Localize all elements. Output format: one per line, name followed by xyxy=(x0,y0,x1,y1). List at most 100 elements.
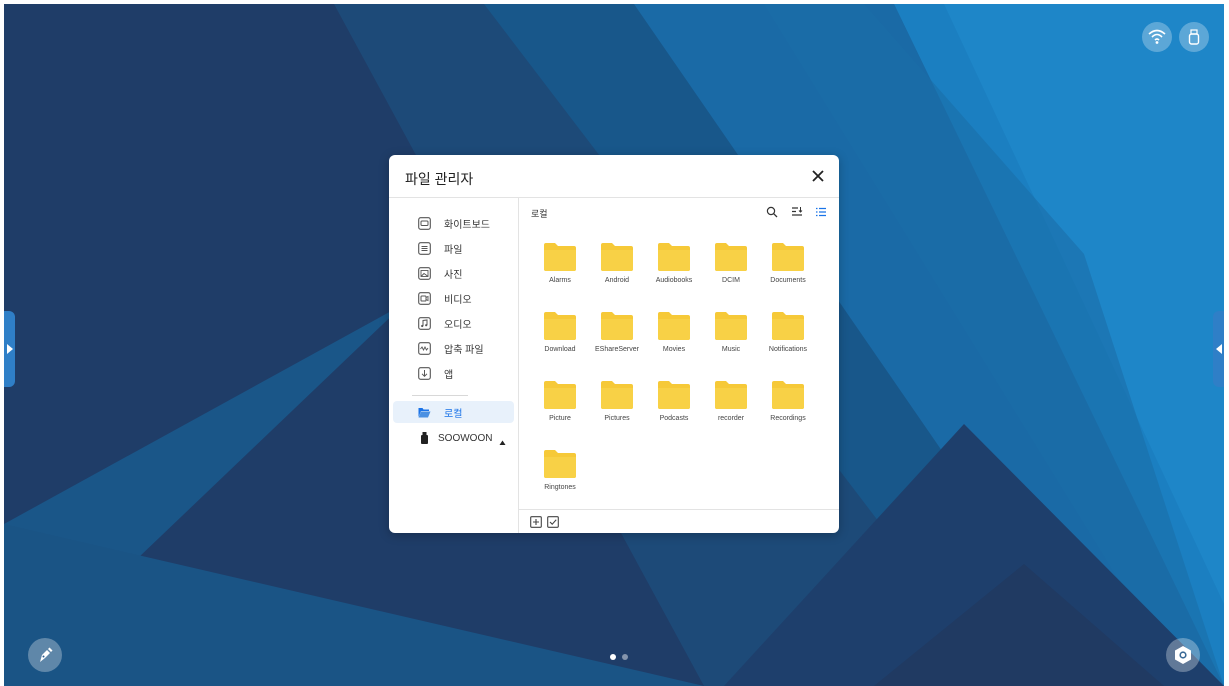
sidebar-item-usb[interactable]: SOOWOON xyxy=(389,427,518,449)
folder-item[interactable]: DCIM xyxy=(703,243,759,303)
usb-drive-icon xyxy=(417,431,431,445)
eject-icon[interactable] xyxy=(499,433,506,451)
folder-name: Music xyxy=(721,346,741,353)
folder-item[interactable]: Music xyxy=(703,312,759,372)
sidebar-item-label: 화이트보드 xyxy=(444,219,490,231)
folder-name: Notifications xyxy=(768,346,808,353)
folder-item[interactable]: Android xyxy=(589,243,645,303)
folder-name: DCIM xyxy=(722,277,740,284)
folder-name: Android xyxy=(604,277,630,284)
video-icon xyxy=(417,291,431,305)
folder-item[interactable]: Documents xyxy=(760,243,816,303)
sidebar-item-files[interactable]: 파일 xyxy=(389,237,518,259)
folder-icon xyxy=(772,243,804,271)
sidebar-item-apps[interactable]: 앱 xyxy=(389,362,518,384)
list-view-button[interactable] xyxy=(813,204,829,220)
document-icon xyxy=(417,241,431,255)
file-list-area: 로컬 Alarms Android Audiobooks DCIM Documents D… xyxy=(519,198,839,508)
folder-name: Documents xyxy=(770,277,806,284)
sidebar-item-local[interactable]: 로컬 xyxy=(393,401,514,423)
folder-icon xyxy=(601,381,633,409)
search-button[interactable] xyxy=(764,204,780,220)
close-button[interactable] xyxy=(807,165,829,187)
pen-tool-icon xyxy=(40,647,53,662)
breadcrumb: 로컬 xyxy=(531,209,548,219)
usb-status-button[interactable] xyxy=(1179,22,1209,52)
folder-icon xyxy=(658,243,690,271)
folder-name: Download xyxy=(544,346,576,353)
select-button[interactable] xyxy=(546,515,560,529)
folder-name: Alarms xyxy=(549,277,571,284)
file-manager-window: 파일 관리자 화이트보드 파일 사진 비디오 오디오 압축 파일 앱 로컬 SO… xyxy=(389,155,839,533)
folder-name: Picture xyxy=(549,415,571,422)
folder-item[interactable]: Ringtones xyxy=(532,450,588,510)
sidebar-item-photos[interactable]: 사진 xyxy=(389,262,518,284)
sidebar-item-label: 압축 파일 xyxy=(444,344,484,356)
wifi-status-button[interactable] xyxy=(1142,22,1172,52)
window-footer xyxy=(519,509,839,533)
folder-icon xyxy=(544,450,576,478)
search-icon xyxy=(766,206,778,218)
sidebar-item-video[interactable]: 비디오 xyxy=(389,287,518,309)
pen-tool-button[interactable] xyxy=(28,638,62,672)
usb-icon xyxy=(1188,29,1200,45)
folder-item[interactable]: Audiobooks xyxy=(646,243,702,303)
folder-item[interactable]: Movies xyxy=(646,312,702,372)
folder-item[interactable]: EShareServer xyxy=(589,312,645,372)
settings-icon xyxy=(1175,646,1191,664)
folder-item[interactable]: Alarms xyxy=(532,243,588,303)
folder-icon xyxy=(715,381,747,409)
folder-icon xyxy=(544,381,576,409)
music-icon xyxy=(417,316,431,330)
folder-item[interactable]: Pictures xyxy=(589,381,645,441)
sort-button[interactable] xyxy=(789,204,805,220)
sidebar-item-label: 파일 xyxy=(444,244,463,256)
folder-open-icon xyxy=(417,405,431,419)
whiteboard-icon xyxy=(417,216,431,230)
folder-icon xyxy=(658,312,690,340)
sidebar-item-label: 앱 xyxy=(444,369,454,381)
folder-icon xyxy=(601,243,633,271)
sidebar-item-audio[interactable]: 오디오 xyxy=(389,312,518,334)
folder-icon xyxy=(601,312,633,340)
folder-name: Audiobooks xyxy=(655,277,693,284)
sidebar-item-whiteboard[interactable]: 화이트보드 xyxy=(389,212,518,234)
folder-name: Movies xyxy=(662,346,686,353)
folder-icon xyxy=(772,381,804,409)
wifi-icon xyxy=(1148,29,1166,44)
folder-icon xyxy=(544,312,576,340)
folder-name: Podcasts xyxy=(659,415,689,422)
chevron-left-icon xyxy=(1215,344,1222,354)
page-dot-2[interactable] xyxy=(622,654,628,660)
right-edge-handle[interactable] xyxy=(1213,311,1224,387)
archive-icon xyxy=(417,341,431,355)
window-title: 파일 관리자 xyxy=(405,171,474,187)
close-icon xyxy=(812,170,824,182)
left-edge-handle[interactable] xyxy=(4,311,15,387)
settings-button[interactable] xyxy=(1166,638,1200,672)
new-folder-button[interactable] xyxy=(529,515,543,529)
folder-item[interactable]: Notifications xyxy=(760,312,816,372)
select-checkbox-icon xyxy=(547,516,559,528)
folder-item[interactable]: Podcasts xyxy=(646,381,702,441)
folder-icon xyxy=(544,243,576,271)
sidebar: 화이트보드 파일 사진 비디오 오디오 압축 파일 앱 로컬 SOOWOON xyxy=(389,198,519,533)
folder-icon xyxy=(715,312,747,340)
page-indicator xyxy=(610,654,628,660)
folder-item[interactable]: Picture xyxy=(532,381,588,441)
folder-item[interactable]: Download xyxy=(532,312,588,372)
window-header: 파일 관리자 xyxy=(389,155,839,198)
sidebar-item-archive[interactable]: 압축 파일 xyxy=(389,337,518,359)
folder-name: EShareServer xyxy=(595,346,639,353)
folder-item[interactable]: recorder xyxy=(703,381,759,441)
desktop: 파일 관리자 화이트보드 파일 사진 비디오 오디오 압축 파일 앱 로컬 SO… xyxy=(4,4,1224,686)
image-icon xyxy=(417,266,431,280)
download-icon xyxy=(417,366,431,380)
sidebar-item-label: 로컬 xyxy=(444,408,463,420)
new-folder-icon xyxy=(530,516,542,528)
folder-item[interactable]: Recordings xyxy=(760,381,816,441)
page-dot-1[interactable] xyxy=(610,654,616,660)
folder-name: Recordings xyxy=(770,415,806,422)
folder-icon xyxy=(772,312,804,340)
folder-icon xyxy=(715,243,747,271)
